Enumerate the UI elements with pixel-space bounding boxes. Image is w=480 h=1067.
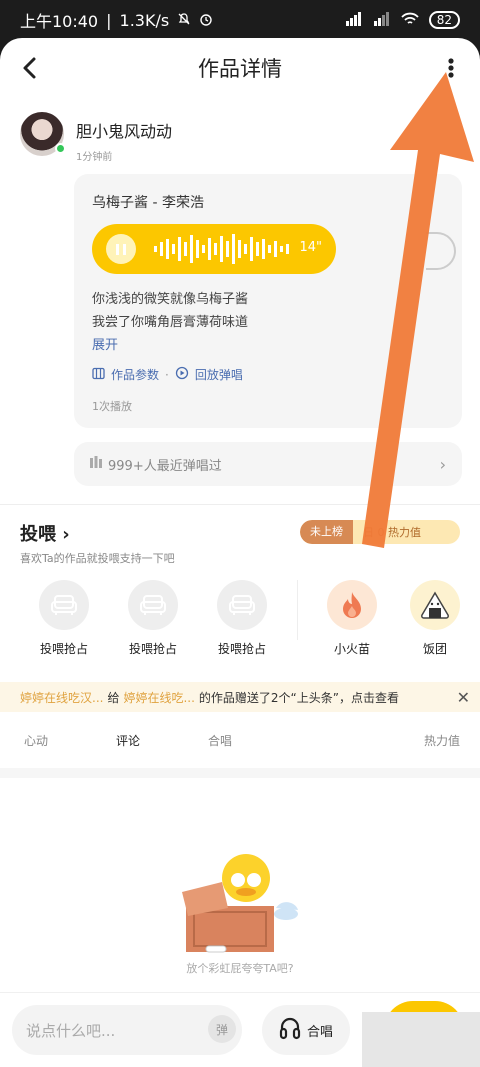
lyric-line: 你浅浅的微笑就像乌梅子酱 [92,292,249,307]
online-indicator [55,143,66,154]
hot-value: 日 0 热力值 [363,526,421,539]
play-count: 1次播放 [92,400,132,413]
ranking-badge[interactable]: 未上榜 日 0 热力值 [300,520,460,544]
chevron-right-icon: › [439,454,446,474]
corner-overlay [362,1012,480,1067]
mute-icon [177,11,191,30]
flame-icon [327,580,377,630]
headphones-icon [279,1016,301,1044]
headline-banner[interactable]: 婷婷在线吃汉... 给 婷婷在线吃... 的作品赠送了2个“上头条”，点击查看 … [0,682,480,712]
lyric-line: 我尝了你嘴角唇膏薄荷味道 [92,315,249,330]
gift-label: 投喂抢占 [217,642,266,656]
chorus-label: 合唱 [306,1024,333,1040]
wifi-icon [401,11,419,30]
gift-slot[interactable]: 投喂抢占 [24,580,104,657]
comment-input[interactable]: 说点什么吧... 弹 [12,1005,242,1055]
work-card: 乌梅子酱 - 李荣浩 14" 你浅浅的微笑就像乌梅子酱 我尝了你嘴角唇膏薄荷味道… [74,174,462,428]
empty-state-text: 放个彩虹屁夸夸TA吧? [186,962,294,975]
nav-bar: 作品详情 [0,38,480,98]
dot-separator: · [165,367,169,382]
banner-user-1[interactable]: 婷婷在线吃汉... [20,689,103,706]
gift-flame[interactable]: 小火苗 [312,580,392,657]
tab-divider [0,768,480,778]
chevron-right-icon: › [62,524,70,545]
audio-duration: 14" [299,240,322,255]
tab-bar: 心动 评论 合唱 热力值 [0,732,480,762]
status-bar: 上午10:40 | 1.3K/s 82 [0,0,480,40]
params-link[interactable]: 作品参数 [111,366,159,383]
gift-label: 投喂抢占 [128,642,177,656]
banner-user-2[interactable]: 婷婷在线吃... [123,689,194,706]
battery-indicator: 82 [428,11,460,29]
tab-chorus[interactable]: 合唱 [208,732,232,749]
author-name[interactable]: 胆小鬼风动动 [76,118,172,142]
section-divider [0,504,480,505]
signal-icon-2 [373,11,391,30]
tab-heart[interactable]: 心动 [24,732,48,749]
gift-onigiri[interactable]: 饭团 [395,580,475,657]
replay-icon [175,366,189,383]
page-title: 作品详情 [198,57,282,81]
sofa-icon [217,580,267,630]
gift-label: 饭团 [422,642,447,656]
gift-slot[interactable]: 投喂抢占 [202,580,282,657]
status-left: 上午10:40 | 1.3K/s [20,8,213,32]
status-right: 82 [345,11,460,30]
sofa-icon [128,580,178,630]
author-info: 胆小鬼风动动 1分钟前 [76,112,172,163]
close-icon[interactable]: ✕ [457,688,470,707]
feed-subtitle: 喜欢Ta的作品就投喂支持一下吧 [20,552,175,565]
recent-sung-text: 999+人最近弹唱过 [108,458,222,474]
audio-player[interactable]: 14" [92,224,336,274]
gift-label: 投喂抢占 [39,642,88,656]
sofa-icon [39,580,89,630]
banner-text: 的作品赠送了2个“上头条”，点击查看 [198,690,399,705]
params-icon [92,367,105,383]
expand-link[interactable]: 展开 [92,334,118,353]
record-disc-icon[interactable] [426,232,456,270]
replay-link[interactable]: 回放弹唱 [195,366,243,383]
clock: 上午10:40 [20,12,99,31]
pause-button[interactable] [106,234,136,264]
chorus-button[interactable]: 合唱 [262,1005,350,1055]
separator: | [106,10,112,30]
gift-divider [297,580,298,640]
recent-sung-row[interactable]: 999+人最近弹唱过 › [74,442,462,486]
back-icon[interactable] [18,54,42,82]
waveform-icon [154,234,289,264]
network-speed: 1.3K/s [119,10,170,30]
alarm-icon [199,11,213,30]
danmu-button[interactable]: 弹 [208,1015,236,1043]
detail-sheet: 作品详情 胆小鬼风动动 1分钟前 乌梅子酱 - 李荣浩 14" 你浅浅的微笑就像… [0,38,480,1067]
author-row[interactable]: 胆小鬼风动动 1分钟前 [20,112,172,163]
lyrics: 你浅浅的微笑就像乌梅子酱 我尝了你嘴角唇膏薄荷味道 [92,288,248,334]
onigiri-icon [410,580,460,630]
banner-give: 给 [107,690,120,705]
avatar[interactable] [20,112,66,156]
feed-title-text: 投喂 [20,524,56,545]
rank-tag: 未上榜 [300,520,353,544]
feed-title[interactable]: 投喂 › [20,520,70,546]
signal-icon [345,11,363,30]
song-title: 乌梅子酱 - 李荣浩 [92,195,204,211]
gift-slot[interactable]: 投喂抢占 [113,580,193,657]
bars-icon [90,456,102,472]
tab-hot-value[interactable]: 热力值 [424,732,460,749]
work-meta: 作品参数 · 回放弹唱 [92,366,243,383]
comment-placeholder: 说点什么吧... [26,1021,116,1040]
duck-in-box-illustration [182,854,298,953]
tab-comments[interactable]: 评论 [116,732,140,749]
gift-row: 投喂抢占 投喂抢占 投喂抢占 小火苗 饭团 [0,580,480,660]
post-time: 1分钟前 [76,152,113,163]
more-options-icon[interactable] [444,54,458,82]
gift-label: 小火苗 [333,642,370,656]
